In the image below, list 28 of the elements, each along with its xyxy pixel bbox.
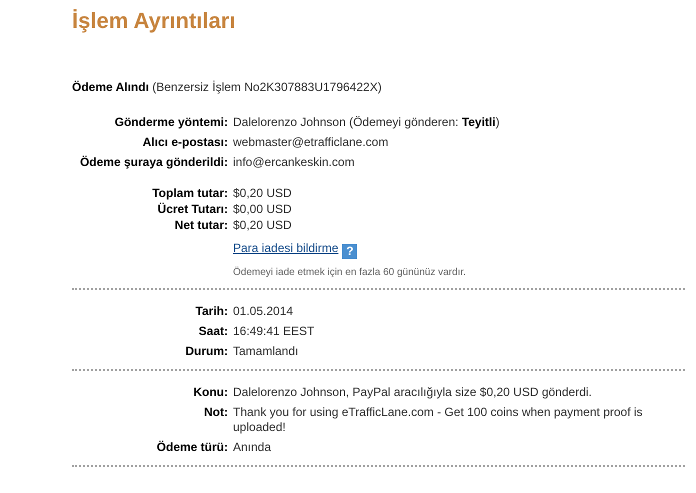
refund-note: Ödemeyi iade etmek için en fazla 60 gününüz vardır. bbox=[233, 267, 467, 278]
field-value: Dalelorenzo Johnson (Ödemeyi gönderen: Teyitli) bbox=[233, 115, 501, 130]
field-label: Durum: bbox=[184, 344, 228, 359]
field-label: Toplam tutar: bbox=[151, 186, 228, 201]
field-value: $0,20 USD bbox=[233, 186, 293, 201]
field-value: $0,20 USD bbox=[233, 218, 293, 233]
refund-link[interactable]: Para iadesi bildirme bbox=[233, 241, 338, 255]
page-title: İşlem Ayrıntıları bbox=[72, 7, 236, 35]
field-value: Dalelorenzo Johnson, PayPal aracılığıyla size $0,20 USD gönderdi. bbox=[233, 385, 593, 400]
field-label: Ücret Tutarı: bbox=[156, 202, 228, 217]
field-value: $0,00 USD bbox=[233, 202, 293, 217]
field-label: Alıcı e-postası: bbox=[142, 135, 228, 150]
field-label: Gönderme yöntemi: bbox=[114, 115, 228, 130]
field-value: Tamamlandı bbox=[233, 344, 300, 359]
field-label: Saat: bbox=[198, 324, 228, 339]
field-value: 01.05.2014 bbox=[233, 304, 294, 319]
field-value: 16:49:41 EEST bbox=[233, 324, 316, 339]
field-label: Konu: bbox=[192, 385, 228, 400]
field-label: Ödeme türü: bbox=[156, 440, 228, 455]
payment-status: Ödeme Alındı (Benzersiz İşlem No2K307883U1796422X) bbox=[72, 79, 383, 95]
field-value: Anında bbox=[233, 440, 272, 455]
field-value: info@ercankeskin.com bbox=[233, 155, 356, 170]
field-value: Thank you for using eTrafficLane.com - Get 100 coins when payment proof is uploaded! bbox=[233, 405, 643, 435]
field-label: Net tutar: bbox=[174, 218, 228, 233]
field-value: webmaster@etrafficlane.com bbox=[233, 135, 390, 150]
field-label: Ödeme şuraya gönderildi: bbox=[78, 155, 228, 170]
field-label: Not: bbox=[203, 405, 228, 421]
field-label: Tarih: bbox=[194, 304, 228, 319]
